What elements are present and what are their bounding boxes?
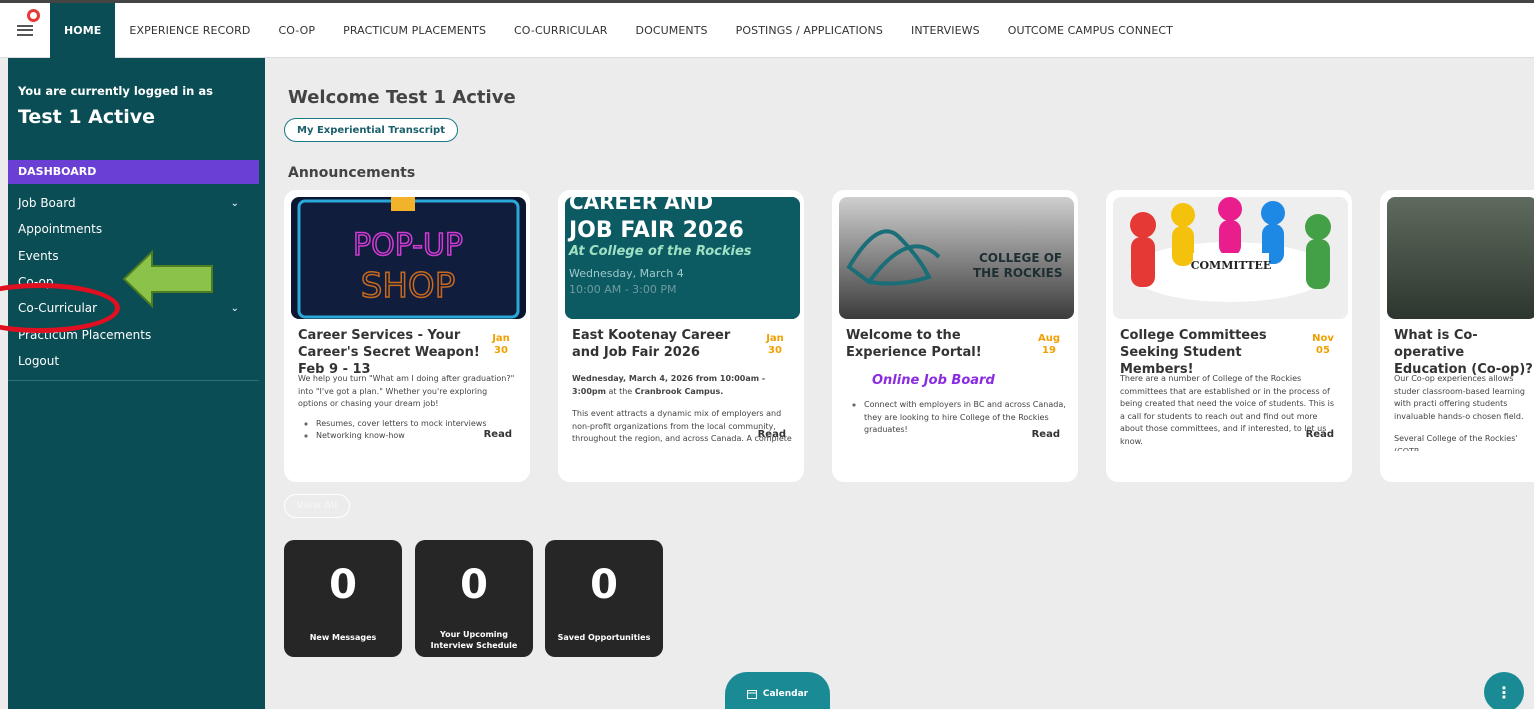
- image-caption: COMMITTEE: [1191, 259, 1272, 272]
- view-all-button[interactable]: View All: [284, 494, 350, 518]
- more-options-button[interactable]: ⋮: [1484, 672, 1524, 709]
- read-link[interactable]: Read: [484, 429, 512, 440]
- card-text: at the: [605, 386, 635, 396]
- stat-label: Saved Opportunities: [557, 633, 651, 642]
- sidebar-item-appointments[interactable]: Appointments: [8, 216, 259, 242]
- image-caption: SHOP: [361, 266, 455, 306]
- card-date: Jan 30: [766, 333, 784, 356]
- sidebar-item-dashboard[interactable]: DASHBOARD: [8, 160, 259, 184]
- card-title: Career Services - Your Career's Secret W…: [298, 328, 480, 377]
- notification-icon: [27, 8, 40, 22]
- stat-tile-interview-schedule[interactable]: 0 Your Upcoming Interview Schedule: [415, 540, 533, 657]
- sidebar-item-label: Logout: [18, 353, 60, 368]
- announcement-card[interactable]: POP-UP SHOP Career Services - Your Caree…: [284, 190, 530, 482]
- stat-value: 0: [329, 562, 357, 608]
- calendar-label: Calendar: [762, 689, 809, 699]
- card-date: Jan 30: [492, 333, 510, 356]
- announcement-image: POP-UP SHOP: [291, 197, 526, 319]
- stat-label: New Messages: [309, 633, 377, 642]
- announcement-card[interactable]: What is Co-operative Education (Co-op)? …: [1380, 190, 1534, 482]
- image-caption: COLLEGE OF: [979, 251, 1062, 265]
- nav-co-op[interactable]: CO-OP: [264, 3, 329, 58]
- image-caption: At College of the Rockies: [568, 244, 752, 259]
- read-link[interactable]: Read: [758, 429, 786, 440]
- announcement-image: COLLEGE OF THE ROCKIES: [839, 197, 1074, 319]
- image-caption: POP-UP: [353, 228, 463, 263]
- sidebar-item-label: Events: [18, 248, 59, 263]
- stat-tile-saved-opportunities[interactable]: 0 Saved Opportunities: [545, 540, 663, 657]
- stat-value: 0: [590, 562, 618, 608]
- image-caption: 10:00 AM - 3:00 PM: [569, 283, 677, 296]
- image-caption: CAREER AND: [569, 197, 713, 214]
- card-date: Nov 05: [1312, 333, 1334, 356]
- stat-label: Your Upcoming Interview Schedule: [430, 630, 518, 650]
- sidebar-item-logout[interactable]: Logout: [8, 348, 259, 374]
- sidebar-item-job-board[interactable]: Job Board ⌄: [8, 190, 259, 216]
- card-title: College Committees Seeking Student Membe…: [1120, 328, 1267, 377]
- menu-button[interactable]: [0, 3, 50, 58]
- card-title: What is Co-operative Education (Co-op)?: [1394, 328, 1533, 377]
- card-title: Welcome to the Experience Portal!: [846, 328, 982, 360]
- stat-tile-new-messages[interactable]: 0 New Messages: [284, 540, 402, 657]
- user-name: Test 1 Active: [18, 106, 155, 128]
- stat-value: 0: [460, 562, 488, 608]
- calendar-button[interactable]: Calendar: [725, 672, 830, 709]
- announcement-card[interactable]: CAREER AND JOB FAIR 2026 At College of t…: [558, 190, 804, 482]
- read-link[interactable]: Read: [1306, 429, 1334, 440]
- announcements-heading: Announcements: [288, 165, 416, 181]
- card-highlight: Online Job Board: [872, 373, 995, 388]
- nav-co-curricular[interactable]: CO-CURRICULAR: [500, 3, 621, 58]
- page-title: Welcome Test 1 Active: [288, 87, 516, 108]
- chevron-down-icon: ⌄: [230, 302, 239, 314]
- image-caption: THE ROCKIES: [973, 266, 1062, 280]
- nav-home[interactable]: HOME: [50, 2, 116, 58]
- image-caption: Wednesday, March 4: [569, 267, 684, 280]
- card-text: We help you turn "What am I doing after …: [298, 374, 515, 408]
- announcement-card[interactable]: COLLEGE OF THE ROCKIES Welcome to the Ex…: [832, 190, 1078, 482]
- sidebar: You are currently logged in as Test 1 Ac…: [8, 58, 265, 709]
- more-vertical-icon: ⋮: [1496, 682, 1512, 702]
- top-nav: HOME EXPERIENCE RECORD CO-OP PRACTICUM P…: [0, 0, 1534, 58]
- announcement-image: CAREER AND JOB FAIR 2026 At College of t…: [565, 197, 800, 319]
- announcement-card[interactable]: COMMITTEE College Committees Seeking Stu…: [1106, 190, 1352, 482]
- announcement-image: COMMITTEE: [1113, 197, 1348, 319]
- nav-outcome-campus-connect[interactable]: OUTCOME CAMPUS CONNECT: [994, 3, 1187, 58]
- annotation-green-arrow-icon: [122, 250, 213, 308]
- calendar-icon: [746, 690, 757, 699]
- nav-documents[interactable]: DOCUMENTS: [622, 3, 722, 58]
- sidebar-item-label: Job Board: [18, 196, 76, 211]
- nav-postings-applications[interactable]: POSTINGS / APPLICATIONS: [722, 3, 897, 58]
- sidebar-item-label: Appointments: [18, 222, 103, 237]
- chevron-down-icon: ⌄: [230, 197, 239, 209]
- logged-in-label: You are currently logged in as: [18, 84, 213, 98]
- read-link[interactable]: Read: [1032, 429, 1060, 440]
- image-caption: JOB FAIR 2026: [567, 218, 744, 243]
- hamburger-icon: [17, 24, 33, 36]
- card-title: East Kootenay Career and Job Fair 2026: [572, 328, 731, 360]
- nav-interviews[interactable]: INTERVIEWS: [897, 3, 994, 58]
- card-body: Our Co-op experiences allows studer clas…: [1394, 373, 1534, 451]
- card-date: Aug 19: [1037, 333, 1061, 356]
- nav-practicum-placements[interactable]: PRACTICUM PLACEMENTS: [329, 3, 500, 58]
- card-text: Cranbrook Campus.: [634, 386, 724, 396]
- card-text: Several College of the Rockies' (COTR: [1394, 434, 1518, 451]
- nav-experience-record[interactable]: EXPERIENCE RECORD: [115, 3, 264, 58]
- card-text: Our Co-op experiences allows studer clas…: [1394, 374, 1525, 421]
- experiential-transcript-button[interactable]: My Experiential Transcript: [284, 118, 458, 142]
- announcement-image: [1387, 197, 1534, 319]
